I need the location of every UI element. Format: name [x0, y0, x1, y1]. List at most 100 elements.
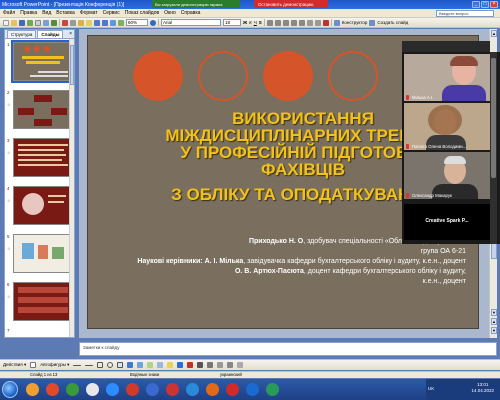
explorer-icon[interactable] — [26, 383, 39, 396]
wordart-icon[interactable] — [127, 362, 134, 368]
chart-icon[interactable] — [110, 19, 116, 26]
gallery-scroll-thumb[interactable] — [491, 58, 496, 178]
menu-item-view[interactable]: Вид — [42, 10, 51, 16]
menu-item-slideshow[interactable]: Показ слайдов — [125, 10, 159, 16]
increase-font-icon[interactable] — [306, 19, 313, 26]
open-icon[interactable] — [11, 19, 17, 26]
minimize-button[interactable]: _ — [472, 1, 480, 8]
telegram-icon[interactable] — [186, 383, 199, 396]
notes-field[interactable]: Заметки к слайду — [79, 342, 497, 356]
dash-style-icon[interactable] — [207, 362, 214, 368]
new-icon[interactable] — [3, 19, 9, 26]
firefox-icon[interactable] — [206, 383, 219, 396]
fill-color-icon[interactable] — [167, 362, 174, 368]
designer-icon[interactable] — [333, 19, 340, 26]
font-color-draw-icon[interactable] — [187, 362, 194, 368]
panel-scrollbar[interactable] — [69, 39, 74, 337]
powerpoint-icon[interactable] — [126, 383, 139, 396]
help-icon[interactable] — [150, 19, 156, 26]
arrow-icon[interactable] — [85, 364, 94, 366]
font-color-icon[interactable] — [322, 19, 329, 26]
clipart-icon[interactable] — [147, 362, 154, 368]
align-left-icon[interactable] — [266, 19, 273, 26]
autoshapes-menu[interactable]: Автофигуры ▾ — [40, 362, 69, 368]
menu-item-edit[interactable]: Правка — [20, 10, 37, 16]
question-input[interactable]: Введите вопрос — [436, 10, 494, 17]
tab-slides[interactable]: Слайды — [37, 30, 64, 38]
bold-icon[interactable]: Ж — [243, 20, 247, 25]
excel-icon[interactable] — [266, 383, 279, 396]
slide-thumbnail-2[interactable] — [13, 90, 71, 129]
italic-icon[interactable]: К — [249, 20, 252, 25]
line-color-icon[interactable] — [177, 362, 184, 368]
zoom-select[interactable]: 60% — [126, 19, 148, 26]
video-tile-1[interactable]: Мілька А.І. — [404, 54, 490, 101]
decrease-font-icon[interactable] — [314, 19, 321, 26]
new-slide-icon[interactable] — [369, 19, 376, 26]
panel-scroll-thumb[interactable] — [70, 45, 74, 85]
video-tile-4[interactable]: Creative Spark P... — [404, 204, 490, 240]
align-center-icon[interactable] — [274, 19, 281, 26]
keyboard-language[interactable]: UK — [428, 386, 434, 391]
shadow-icon[interactable]: S — [259, 20, 262, 25]
redo-icon[interactable] — [102, 19, 108, 26]
slide-thumbnail-1[interactable] — [11, 40, 73, 83]
font-size-select[interactable]: 18 — [223, 19, 241, 26]
close-icon[interactable]: × — [69, 31, 72, 37]
textbox-icon[interactable] — [117, 362, 124, 368]
slide-thumbnail-6[interactable] — [13, 282, 71, 321]
table-icon[interactable] — [118, 19, 124, 26]
actions-menu[interactable]: Действия ▾ — [3, 362, 26, 368]
3d-style-icon[interactable] — [237, 362, 244, 368]
print-icon[interactable] — [35, 19, 41, 26]
undo-icon[interactable] — [94, 19, 100, 26]
zoom-icon[interactable] — [106, 383, 119, 396]
save-icon[interactable] — [19, 19, 25, 26]
menu-item-window[interactable]: Окно — [164, 10, 176, 16]
diagram-icon[interactable] — [137, 362, 144, 368]
menu-item-tools[interactable]: Сервис — [103, 10, 120, 16]
opera-icon[interactable] — [226, 383, 239, 396]
font-name-select[interactable]: Arial — [161, 19, 221, 26]
paste-icon[interactable] — [78, 19, 84, 26]
underline-icon[interactable]: Ч — [254, 20, 257, 25]
menu-item-help[interactable]: Справка — [181, 10, 201, 16]
preview-icon[interactable] — [43, 19, 49, 26]
slide-thumbnail-5[interactable] — [13, 234, 71, 273]
close-button[interactable]: × — [490, 1, 498, 8]
video-tile-2[interactable]: Пасюта Олена Володими... — [404, 103, 490, 150]
line-style-icon[interactable] — [197, 362, 204, 368]
gallery-scrollbar[interactable] — [490, 52, 497, 244]
format-painter-icon[interactable] — [86, 19, 92, 26]
cut-icon[interactable] — [62, 19, 68, 26]
rectangle-icon[interactable] — [97, 362, 104, 368]
copy-icon[interactable] — [70, 19, 76, 26]
stop-demo-button[interactable]: Остановить демонстрацию — [254, 0, 328, 8]
media-icon[interactable] — [86, 383, 99, 396]
oval-icon[interactable] — [107, 362, 114, 368]
word-icon[interactable] — [146, 383, 159, 396]
shadow-style-icon[interactable] — [227, 362, 234, 368]
new-slide-button[interactable]: Создать слайд — [377, 20, 408, 25]
align-right-icon[interactable] — [282, 19, 289, 26]
designer-button[interactable]: Конструктор — [342, 20, 368, 25]
browser-icon[interactable] — [46, 383, 59, 396]
start-button[interactable] — [2, 381, 18, 398]
permission-icon[interactable] — [27, 19, 33, 26]
spelling-icon[interactable] — [51, 19, 57, 26]
bullets-icon[interactable] — [298, 19, 305, 26]
arrow-style-icon[interactable] — [217, 362, 224, 368]
chrome-icon[interactable] — [66, 383, 79, 396]
previous-slide-icon[interactable]: ▲ — [491, 318, 497, 325]
slide-thumbnail-3[interactable] — [13, 138, 71, 177]
scroll-down-icon[interactable]: ▼ — [491, 309, 497, 316]
select-icon[interactable] — [30, 362, 37, 368]
picture-icon[interactable] — [157, 362, 164, 368]
tab-outline[interactable]: Структура — [7, 30, 37, 38]
line-icon[interactable] — [73, 364, 82, 366]
authors-block[interactable]: Приходько Н. О, здобувач спеціальності «… — [106, 237, 466, 287]
menu-item-format[interactable]: Формат — [80, 10, 98, 16]
clock[interactable]: 13:01 14.04.2022 — [471, 382, 494, 394]
menu-item-insert[interactable]: Вставка — [56, 10, 75, 16]
edge-icon[interactable] — [246, 383, 259, 396]
